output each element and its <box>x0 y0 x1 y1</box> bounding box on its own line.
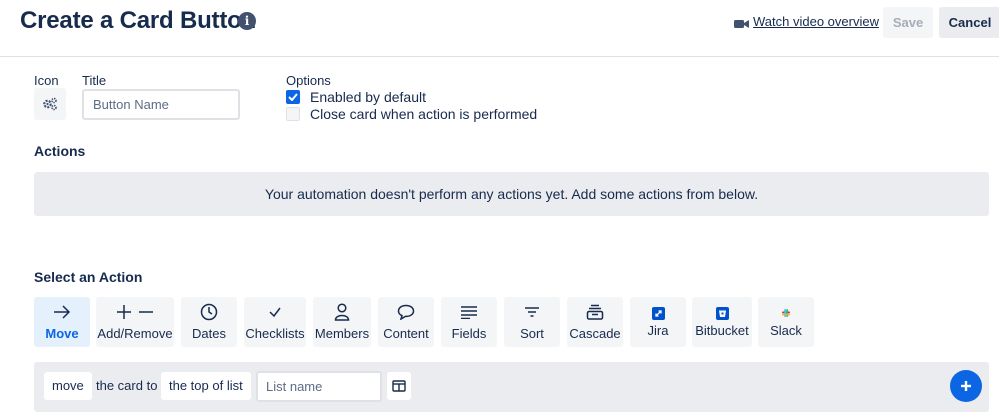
tile-label: Slack <box>770 323 802 338</box>
tile-label: Jira <box>647 323 669 338</box>
tile-members[interactable]: Members <box>313 297 371 347</box>
lines-icon <box>461 306 477 319</box>
tile-label: Move <box>45 326 79 341</box>
action-verb-chip[interactable]: move <box>44 372 92 400</box>
actions-heading: Actions <box>34 143 86 159</box>
gears-icon <box>43 97 57 111</box>
bitbucket-icon <box>715 306 729 320</box>
save-button[interactable]: Save <box>883 7 933 38</box>
plus-icon <box>961 381 971 391</box>
option-label: Close card when action is performed <box>310 106 538 122</box>
board-picker-button[interactable] <box>387 372 411 400</box>
page-header: Create a Card Button i Watch video overv… <box>0 0 999 57</box>
watch-video-label: Watch video overview <box>753 14 879 29</box>
tile-jira[interactable]: Jira <box>630 297 686 347</box>
tile-bitbucket[interactable]: Bitbucket <box>692 297 752 347</box>
jira-icon <box>651 306 665 320</box>
arrow-right-icon <box>54 305 71 319</box>
tile-move[interactable]: Move <box>34 297 90 347</box>
add-action-button[interactable] <box>950 370 982 402</box>
icon-label: Icon <box>34 73 59 88</box>
checkbox-checked[interactable] <box>286 90 300 104</box>
comment-icon <box>397 304 415 320</box>
tile-label: Dates <box>192 326 226 341</box>
option-close-card[interactable]: Close card when action is performed <box>286 106 537 122</box>
action-connector-text: the card to <box>96 378 158 393</box>
actions-empty-state: Your automation doesn't perform any acti… <box>34 172 989 216</box>
list-name-input[interactable] <box>256 371 382 402</box>
title-input[interactable] <box>82 89 240 120</box>
tile-sort[interactable]: Sort <box>504 297 560 347</box>
options-label: Options <box>286 73 331 88</box>
tile-content[interactable]: Content <box>378 297 434 347</box>
cascade-icon <box>586 304 604 320</box>
cancel-button[interactable]: Cancel <box>939 7 999 38</box>
tile-fields[interactable]: Fields <box>441 297 497 347</box>
tile-label: Checklists <box>245 326 305 341</box>
tile-dates[interactable]: Dates <box>181 297 237 347</box>
icon-picker-button[interactable] <box>34 88 66 120</box>
select-action-heading: Select an Action <box>34 269 143 285</box>
title-label: Title <box>82 73 107 88</box>
tile-slack[interactable]: Slack <box>758 297 814 347</box>
watch-video-link[interactable]: Watch video overview <box>734 14 879 29</box>
page-title: Create a Card Button <box>20 7 257 34</box>
option-label: Enabled by default <box>310 89 426 105</box>
tile-label: Cascade <box>569 326 621 341</box>
tile-label: Members <box>314 326 370 341</box>
person-icon <box>334 303 350 321</box>
tile-label: Sort <box>520 326 544 341</box>
tile-label: Add/Remove <box>97 326 173 341</box>
tile-add-remove[interactable]: Add/Remove <box>96 297 174 347</box>
check-icon <box>288 93 298 101</box>
option-enabled-by-default[interactable]: Enabled by default <box>286 89 426 105</box>
tile-cascade[interactable]: Cascade <box>567 297 623 347</box>
video-camera-icon <box>734 17 749 28</box>
checkbox-unchecked[interactable] <box>286 107 300 121</box>
tile-label: Content <box>383 326 429 341</box>
info-icon[interactable]: i <box>238 12 256 30</box>
action-builder: move the card to the top of list <box>34 362 989 412</box>
board-icon <box>392 380 406 392</box>
tile-checklists[interactable]: Checklists <box>244 297 306 347</box>
check-icon <box>269 307 281 318</box>
slack-icon <box>782 309 790 317</box>
tile-label: Bitbucket <box>695 323 749 338</box>
plus-minus-icon <box>117 305 153 319</box>
position-dropdown[interactable]: the top of list <box>161 372 251 400</box>
sort-icon <box>525 307 539 317</box>
tile-label: Fields <box>451 326 487 341</box>
clock-icon <box>200 303 218 321</box>
